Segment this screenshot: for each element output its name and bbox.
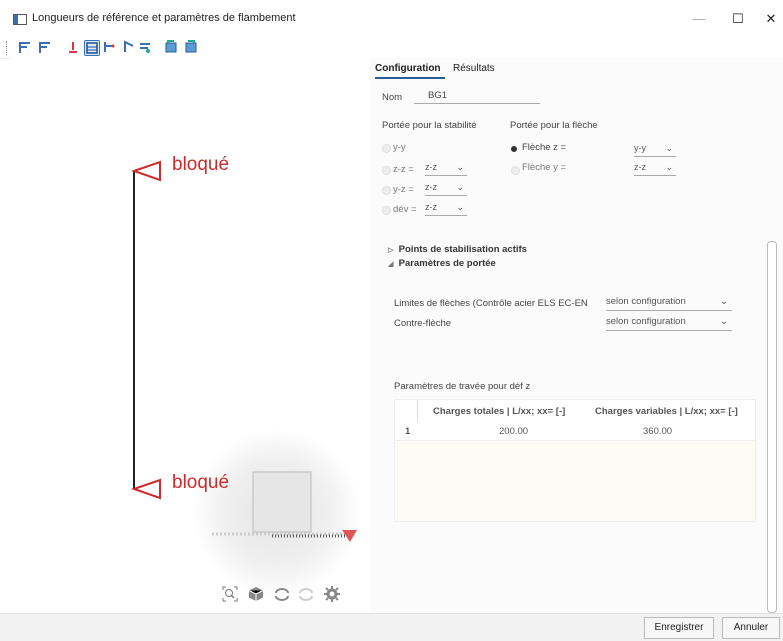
support-label-bottom: bloqué [172,472,230,493]
export-icon[interactable] [164,40,178,54]
fleche-z-dropdown[interactable]: y-y ⌄ [634,143,676,157]
maximize-button[interactable]: ☐ [723,8,753,30]
radio-dev-label: dév = [393,204,417,215]
pan-icon[interactable] [298,586,314,602]
contre-fleche-label: Contre-flèche [394,318,452,329]
contre-fleche-value: selon configuration [606,316,686,327]
close-button[interactable]: ✕ [756,8,783,30]
tab-configuration[interactable]: Configuration [375,63,441,74]
table-header-index [395,400,418,422]
deflection-header: Portée pour la flèche [510,120,598,131]
table-icon[interactable] [84,40,100,56]
toolbar-grip [6,41,9,55]
contre-fleche-dropdown[interactable]: selon configuration ⌄ [606,316,732,331]
support-label-top: bloqué [172,154,230,175]
table-caption: Paramètres de travée pour déf z [394,381,531,392]
nom-field[interactable]: BG1 [414,90,540,104]
minimize-button[interactable]: — [684,8,714,30]
yz-dropdown-value: z-z [425,182,437,192]
chevron-down-icon: ⌄ [456,182,464,192]
cell-charges-variables[interactable]: 360.00 [643,426,672,437]
active-tab-indicator [375,77,445,79]
span-icon[interactable] [122,40,136,54]
radio-dev[interactable] [382,206,391,215]
zoom-icon[interactable] [222,586,238,602]
table-row[interactable]: 1 200.00 360.00 [395,422,755,441]
section-points-stabilisation[interactable]: ▷ Points de stabilisation actifs [388,244,527,255]
window-title: Longueurs de référence et paramètres de … [32,12,296,24]
chevron-expanded-icon: ◢ [388,261,394,268]
member-icon[interactable] [18,40,32,54]
dev-dropdown[interactable]: z-z ⌄ [425,202,467,216]
load-icon[interactable] [138,40,152,54]
zz-dropdown-value: z-z [425,162,437,172]
member-alt-icon[interactable] [38,40,52,54]
chevron-down-icon: ⌄ [720,316,728,327]
radio-yz[interactable] [382,186,391,195]
rotate-icon[interactable] [274,586,290,602]
properties-panel: Configuration Résultats Nom BG1 Portée p… [370,58,783,613]
toolbar [0,38,783,59]
radio-zz-label: z-z = [393,164,414,175]
limits-dropdown[interactable]: selon configuration ⌄ [606,296,732,311]
vertical-scrollbar[interactable] [767,241,777,613]
table-header-totales: Charges totales | L/xx; xx= [-] [433,406,566,417]
tab-resultats[interactable]: Résultats [453,63,495,74]
fleche-z-value: y-y [634,143,646,153]
limits-label: Limites de flèches (Contrôle acier ELS E… [394,298,588,309]
cell-charges-totales[interactable]: 200.00 [499,426,528,437]
nom-label: Nom [382,92,403,103]
row-index: 1 [405,426,411,437]
chevron-down-icon: ⌄ [665,162,673,172]
chevron-down-icon: ⌄ [456,202,464,212]
import-icon[interactable] [184,40,198,54]
table-header-variables: Charges variables | L/xx; xx= [-] [595,406,738,417]
radio-fleche-z-label: Flèche z = [522,142,567,153]
title-bar: Longueurs de référence et paramètres de … [0,0,783,39]
chevron-down-icon: ⌄ [456,162,464,172]
section-params-label: Paramètres de portée [398,258,496,269]
view-cube-icon[interactable] [248,586,264,602]
window-icon [13,14,27,25]
chevron-right-icon: ▷ [388,247,394,254]
zz-dropdown[interactable]: z-z ⌄ [425,162,467,176]
stability-header: Portée pour la stabilité [382,120,477,131]
radio-zz[interactable] [382,166,391,175]
settings-icon[interactable] [324,586,340,602]
yz-dropdown[interactable]: z-z ⌄ [425,182,467,196]
radio-yy-label: y-y [393,142,406,153]
chevron-down-icon: ⌄ [720,296,728,307]
buckling-icon[interactable] [102,40,116,54]
chevron-down-icon: ⌄ [665,143,673,153]
radio-yy[interactable] [382,144,391,153]
section-points-label: Points de stabilisation actifs [398,244,527,255]
fleche-y-dropdown[interactable]: z-z ⌄ [634,162,676,176]
radio-fleche-z[interactable] [511,146,517,152]
span-parameters-table: Charges totales | L/xx; xx= [-] Charges … [394,399,756,522]
fleche-y-value: z-z [634,162,646,172]
table-header: Charges totales | L/xx; xx= [-] Charges … [395,400,755,423]
save-button[interactable]: Enregistrer [644,617,714,639]
radio-fleche-y[interactable] [511,166,520,175]
radio-yz-label: y-z = [393,184,414,195]
limits-dropdown-value: selon configuration [606,296,686,307]
dev-dropdown-value: z-z [425,202,437,212]
support-icon[interactable] [66,40,80,54]
radio-fleche-y-label: Flèche y = [522,162,567,173]
section-parametres-portee[interactable]: ◢ Paramètres de portée [388,258,496,269]
member-drawing [130,160,357,542]
dialog-footer: Enregistrer Annuler [0,613,783,641]
model-viewport[interactable]: bloqué bloqué [12,58,370,613]
cancel-button[interactable]: Annuler [722,617,780,639]
